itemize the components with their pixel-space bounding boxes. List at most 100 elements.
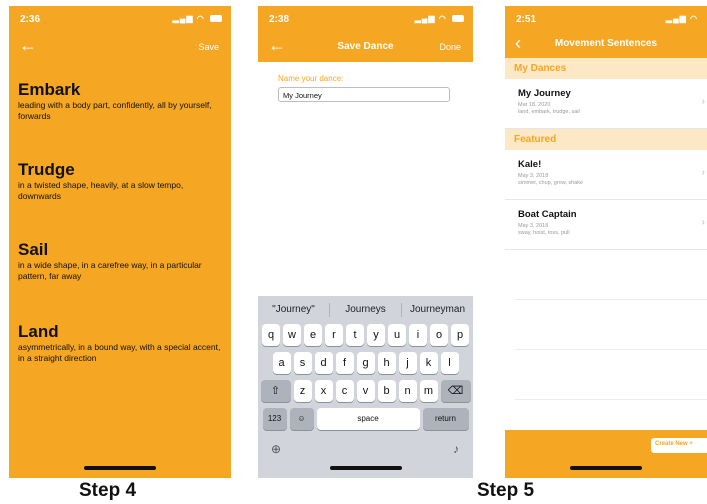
status-icons: ▂▄▆ ◠ bbox=[173, 14, 222, 23]
dance-name: Boat Captain bbox=[518, 209, 577, 220]
list-item[interactable]: Kale! May 3, 2018 simmer, chop, grow, sh… bbox=[505, 150, 707, 200]
empty-row bbox=[515, 350, 707, 400]
chevron-right-icon: › bbox=[701, 217, 705, 228]
dance-name-input[interactable]: My Journey bbox=[278, 87, 450, 102]
create-new-button[interactable]: Create New + bbox=[651, 438, 707, 453]
key-a[interactable]: a bbox=[272, 352, 291, 374]
dance-date: May 3, 2018 bbox=[518, 223, 549, 229]
keyboard: "Journey" Journeys Journeyman q w e r t … bbox=[258, 296, 473, 478]
status-time: 2:36 bbox=[20, 14, 41, 25]
movement-description: in a wide shape, in a carefree way, in a… bbox=[18, 260, 202, 281]
suggestion-bar: "Journey" Journeys Journeyman bbox=[258, 296, 473, 324]
key-row-1: q w e r t y u i o p bbox=[258, 324, 473, 346]
key-s[interactable]: s bbox=[293, 352, 312, 374]
key-v[interactable]: v bbox=[356, 380, 375, 402]
key-k[interactable]: k bbox=[419, 352, 438, 374]
globe-icon[interactable]: ⊕ bbox=[271, 442, 281, 456]
name-form: Name your dance: My Journey bbox=[258, 62, 473, 102]
key-z[interactable]: z bbox=[293, 380, 312, 402]
page-title: Movement Sentences bbox=[554, 38, 658, 49]
dance-moves: land, embark, trudge, sail bbox=[518, 109, 580, 115]
dance-date: May 3, 2018 bbox=[518, 173, 549, 179]
status-icons: ▂▄▆ ◠ bbox=[665, 14, 698, 23]
movement-description: in a twisted shape, heavily, at a slow t… bbox=[18, 180, 184, 201]
key-t[interactable]: t bbox=[346, 324, 364, 346]
dance-name: Kale! bbox=[518, 159, 542, 170]
key-f[interactable]: f bbox=[335, 352, 354, 374]
step-caption: Step 5 bbox=[477, 480, 535, 501]
key-i[interactable]: i bbox=[409, 324, 427, 346]
battery-icon bbox=[452, 15, 464, 23]
movement-description: asymmetrically, in a bound way, with a s… bbox=[18, 342, 221, 363]
footer-bar: Create New + bbox=[505, 430, 707, 478]
key-x[interactable]: x bbox=[314, 380, 333, 402]
done-button[interactable]: Done bbox=[439, 42, 461, 52]
name-label: Name your dance: bbox=[278, 74, 344, 83]
battery-icon bbox=[210, 15, 222, 23]
key-n[interactable]: n bbox=[398, 380, 417, 402]
shift-icon[interactable]: ⇧ bbox=[260, 380, 291, 402]
numbers-key[interactable]: 123 bbox=[262, 408, 287, 430]
movement-word: Sail bbox=[18, 240, 49, 259]
header: 2:38 ▂▄▆ ◠ ← Save Dance Done bbox=[258, 6, 473, 62]
status-bar: 2:51 ▂▄▆ ◠ bbox=[505, 6, 707, 32]
nav-bar: ‹ Movement Sentences bbox=[505, 32, 707, 58]
home-indicator[interactable] bbox=[329, 466, 402, 470]
step-caption: Step 4 bbox=[79, 480, 137, 501]
list-item[interactable]: Boat Captain May 3, 2018 sway, hoist, to… bbox=[505, 200, 707, 250]
movement-word: Embark bbox=[18, 80, 81, 99]
suggestion[interactable]: "Journey" bbox=[258, 303, 330, 317]
home-indicator[interactable] bbox=[570, 466, 642, 470]
microphone-icon[interactable]: ♪ bbox=[453, 442, 459, 456]
home-indicator[interactable] bbox=[84, 466, 156, 470]
key-y[interactable]: y bbox=[367, 324, 385, 346]
key-o[interactable]: o bbox=[430, 324, 448, 346]
plus-icon: + bbox=[689, 441, 693, 447]
save-button[interactable]: Save bbox=[198, 42, 219, 52]
nav-bar: ← Save bbox=[9, 32, 231, 62]
key-d[interactable]: d bbox=[314, 352, 333, 374]
delete-icon[interactable]: ⌫ bbox=[440, 380, 471, 402]
empty-row bbox=[515, 250, 707, 300]
movement-entry: Trudge in a twisted shape, heavily, at a… bbox=[18, 160, 228, 202]
chevron-right-icon: › bbox=[701, 96, 705, 107]
key-q[interactable]: q bbox=[262, 324, 280, 346]
key-h[interactable]: h bbox=[377, 352, 396, 374]
status-bar: 2:36 ▂▄▆ ◠ bbox=[9, 6, 231, 32]
key-c[interactable]: c bbox=[335, 380, 354, 402]
key-b[interactable]: b bbox=[377, 380, 396, 402]
phone-screen-movement-sentences: 2:51 ▂▄▆ ◠ ‹ Movement Sentences My Dance… bbox=[505, 6, 707, 478]
return-key[interactable]: return bbox=[422, 408, 469, 430]
key-g[interactable]: g bbox=[356, 352, 375, 374]
key-u[interactable]: u bbox=[388, 324, 406, 346]
key-p[interactable]: p bbox=[451, 324, 469, 346]
dance-moves: sway, hoist, toss, pull bbox=[518, 230, 570, 236]
key-row-4: 123 ☺ space return bbox=[258, 408, 473, 430]
key-w[interactable]: w bbox=[283, 324, 301, 346]
movement-entry: Land asymmetrically, in a bound way, wit… bbox=[18, 322, 228, 364]
key-j[interactable]: j bbox=[398, 352, 417, 374]
create-new-label: Create New bbox=[655, 441, 688, 447]
status-bar: 2:38 ▂▄▆ ◠ bbox=[258, 6, 473, 32]
key-row-2: a s d f g h j k l bbox=[258, 352, 473, 374]
section-featured: Featured bbox=[505, 129, 707, 150]
suggestion[interactable]: Journeyman bbox=[402, 303, 473, 317]
section-my-dances: My Dances bbox=[505, 58, 707, 79]
space-key[interactable]: space bbox=[316, 408, 420, 430]
status-icons: ▂▄▆ ◠ bbox=[415, 14, 464, 23]
suggestion[interactable]: Journeys bbox=[330, 303, 402, 317]
chevron-right-icon: › bbox=[701, 167, 705, 178]
movement-word: Land bbox=[18, 322, 59, 341]
movement-entry: Embark leading with a body part, confide… bbox=[18, 80, 228, 122]
phone-screen-movement-list: 2:36 ▂▄▆ ◠ ← Save Embark leading with a … bbox=[9, 6, 231, 478]
keyboard-bottom-bar: ⊕ ♪ bbox=[258, 442, 473, 462]
key-l[interactable]: l bbox=[440, 352, 459, 374]
list-item[interactable]: My Journey Mar 18, 2020 land, embark, tr… bbox=[505, 79, 707, 129]
status-time: 2:51 bbox=[516, 14, 537, 25]
key-e[interactable]: e bbox=[304, 324, 322, 346]
emoji-icon[interactable]: ☺ bbox=[289, 408, 314, 430]
key-m[interactable]: m bbox=[419, 380, 438, 402]
key-r[interactable]: r bbox=[325, 324, 343, 346]
back-arrow-icon[interactable]: ← bbox=[19, 36, 37, 54]
dance-date: Mar 18, 2020 bbox=[518, 102, 551, 108]
